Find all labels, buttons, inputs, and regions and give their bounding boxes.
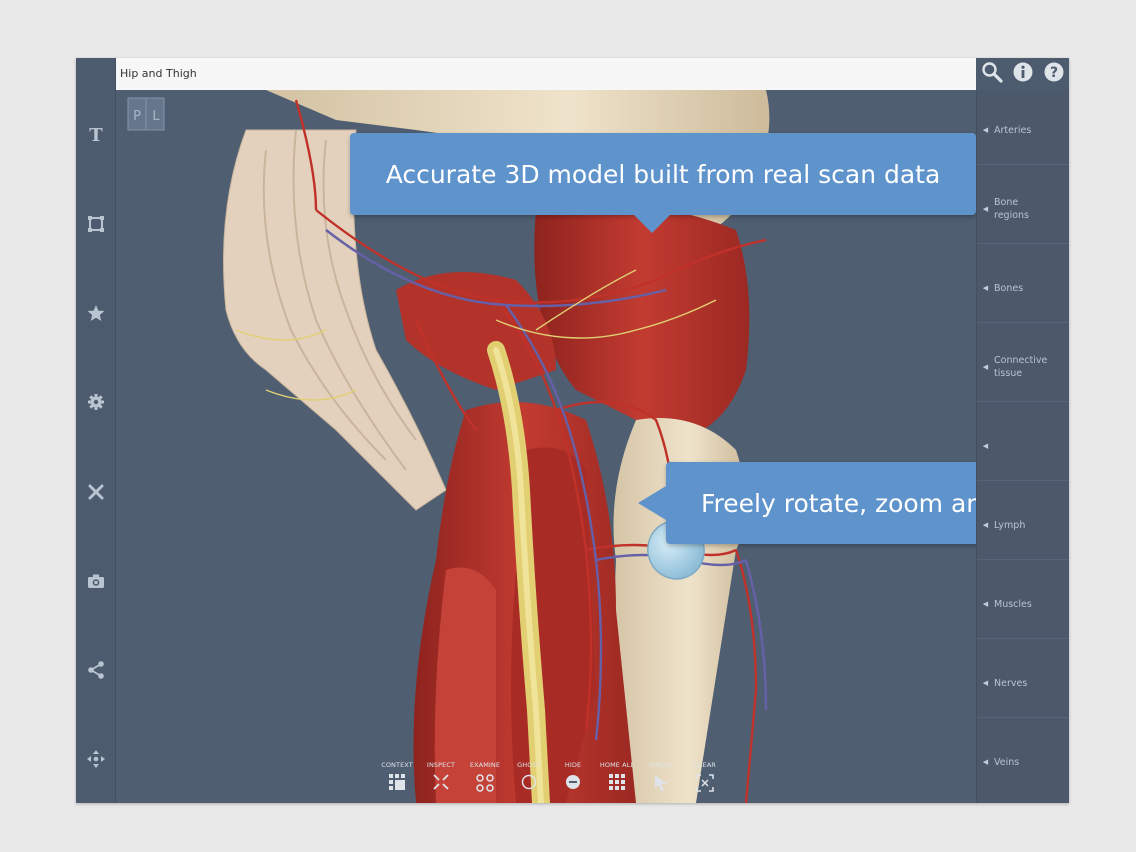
home-all-label: HOME ALL: [599, 761, 635, 769]
callout-pointer: [632, 213, 672, 233]
view-cube[interactable]: P L: [127, 97, 165, 131]
chevron-left-icon: ◀: [982, 125, 989, 134]
clear-icon: [696, 774, 714, 792]
category-panel: ◀ Arteries ◀ Bone regions ◀ Bones ◀ Conn…: [976, 90, 1069, 803]
category-bone-regions[interactable]: ◀ Bone regions: [977, 174, 1069, 244]
category-label: Nerves: [994, 677, 1028, 689]
cube-face-l: L: [152, 109, 160, 124]
share-icon[interactable]: [76, 655, 115, 685]
pin-tool-icon[interactable]: [76, 477, 115, 507]
single-button[interactable]: SINGLE: [639, 758, 683, 803]
help-icon[interactable]: ?: [1043, 61, 1065, 87]
chevron-left-icon: ◀: [982, 520, 989, 529]
context-icon: [389, 774, 405, 790]
chevron-left-icon: ◀: [982, 362, 989, 371]
hide-button[interactable]: HIDE: [551, 758, 595, 803]
svg-text:?: ?: [1049, 65, 1057, 81]
examine-button[interactable]: EXAMINE: [463, 758, 507, 803]
chevron-left-icon: ◀: [982, 283, 989, 292]
app-window: T Hip and Thigh ? ◀ Arteries ◀ Bone regi…: [76, 58, 1069, 803]
ghost-label: GHOST: [517, 761, 541, 769]
single-label: SINGLE: [648, 761, 674, 769]
svg-text:T: T: [89, 125, 103, 145]
info-icon[interactable]: [1012, 61, 1034, 87]
category-label: Bone regions: [994, 197, 1029, 221]
top-icon-bar: ?: [976, 58, 1069, 90]
context-button[interactable]: CONTEXT: [375, 758, 419, 803]
home-all-button[interactable]: HOME ALL: [595, 758, 639, 803]
cursor-icon: [655, 775, 667, 791]
chevron-left-icon: ◀: [982, 599, 989, 608]
category-label: Connective tissue: [994, 355, 1048, 379]
chevron-left-icon: ◀: [982, 757, 989, 766]
bottom-toolbar: CONTEXT INSPECT EXAMINE GHOST HIDE HOME …: [375, 758, 721, 803]
category-label: Veins: [994, 756, 1020, 768]
text-tool-icon[interactable]: T: [76, 120, 115, 150]
cube-face-p: P: [133, 109, 141, 124]
ghost-button[interactable]: GHOST: [507, 758, 551, 803]
search-icon[interactable]: [981, 61, 1003, 87]
category-label: Muscles: [994, 598, 1032, 610]
callout-top-text: Accurate 3D model built from real scan d…: [385, 159, 941, 189]
category-arteries[interactable]: ◀ Arteries: [977, 95, 1069, 165]
callout-pointer: [638, 486, 666, 520]
callout-right-text: Freely rotate, zoom and pan: [701, 488, 976, 518]
left-toolbar: T: [76, 58, 116, 803]
move-icon[interactable]: [76, 744, 115, 774]
clear-label: CLEAR: [694, 761, 716, 769]
inspect-icon: [433, 774, 449, 790]
context-label: CONTEXT: [381, 761, 413, 769]
chevron-left-icon: ◀: [982, 441, 989, 450]
ghost-icon: [521, 774, 537, 790]
callout-top: Accurate 3D model built from real scan d…: [350, 133, 976, 233]
category-bones[interactable]: ◀ Bones: [977, 253, 1069, 323]
category-connective-tissue[interactable]: ◀ Connective tissue: [977, 332, 1069, 402]
gear-icon[interactable]: [76, 387, 115, 417]
frame-tool-icon[interactable]: [76, 209, 115, 239]
category-veins[interactable]: ◀ Veins: [977, 727, 1069, 797]
hide-label: HIDE: [564, 761, 582, 769]
category-hidden[interactable]: ◀: [977, 411, 1069, 481]
model-viewport[interactable]: P L Accurate 3D model built from real sc…: [116, 90, 976, 803]
category-label: Bones: [994, 282, 1024, 294]
clear-button[interactable]: CLEAR: [683, 758, 727, 803]
inspect-button[interactable]: INSPECT: [419, 758, 463, 803]
inspect-label: INSPECT: [426, 761, 456, 769]
page-title: Hip and Thigh: [120, 67, 197, 80]
chevron-left-icon: ◀: [982, 678, 989, 687]
category-muscles[interactable]: ◀ Muscles: [977, 569, 1069, 639]
examine-icon: [476, 774, 494, 792]
category-label: Arteries: [994, 124, 1032, 136]
category-nerves[interactable]: ◀ Nerves: [977, 648, 1069, 718]
hide-icon: [566, 775, 580, 789]
category-lymph[interactable]: ◀ Lymph: [977, 490, 1069, 560]
star-icon[interactable]: [76, 298, 115, 328]
title-bar: Hip and Thigh: [116, 58, 976, 90]
home-all-icon: [609, 774, 625, 790]
examine-label: EXAMINE: [469, 761, 501, 769]
camera-icon[interactable]: [76, 566, 115, 596]
gluteal-muscle: [534, 203, 750, 440]
callout-right: Freely rotate, zoom and pan: [638, 462, 976, 544]
chevron-left-icon: ◀: [982, 204, 989, 213]
category-label: Lymph: [994, 519, 1026, 531]
